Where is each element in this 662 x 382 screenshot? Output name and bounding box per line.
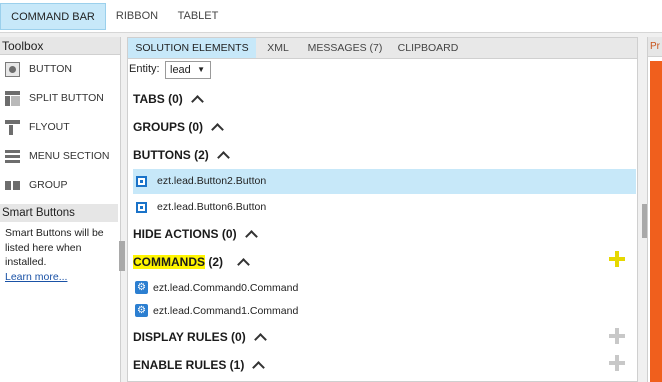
solution-elements-panel: SOLUTION ELEMENTS XML MESSAGES (7) CLIPB… [127,37,649,382]
toolbox-item-group[interactable]: GROUP [0,171,120,200]
section-tabs[interactable]: TABS (0) [133,90,204,108]
properties-panel: Pr [647,37,662,382]
entity-row: Entity: lead ▼ [128,60,211,79]
subtab-bar: SOLUTION ELEMENTS XML MESSAGES (7) CLIPB… [128,38,637,59]
chevron-up-icon[interactable] [211,123,224,136]
section-title: HIDE ACTIONS (0) [133,227,237,241]
toolbox-item-label: SPLIT BUTTON [29,92,104,104]
section-title: BUTTONS (2) [133,148,209,162]
menu-section-icon [5,150,20,163]
command-name: ezt.lead.Command1.Command [153,305,299,317]
button-name: ezt.lead.Button6.Button [157,201,267,213]
section-groups[interactable]: GROUPS (0) [133,118,224,136]
section-title: DISPLAY RULES (0) [133,330,246,344]
command-name: ezt.lead.Command0.Command [153,282,299,294]
gear-icon: ⚙ [135,304,148,317]
tab-ribbon[interactable]: RIBBON [108,3,166,30]
smart-buttons-text: Smart Buttons will be listed here when i… [5,227,104,268]
toolbox-item-label: MENU SECTION [29,150,110,162]
toolbox-title: Toolbox [0,37,120,55]
toolbox-item-button[interactable]: BUTTON [0,55,120,84]
list-item[interactable]: ⚙ ezt.lead.Command1.Command [133,299,636,324]
toolbox-item-label: GROUP [29,179,68,191]
add-enable-rule-icon[interactable] [609,355,625,371]
section-title: GROUPS (0) [133,120,204,134]
entity-value: lead [170,64,191,76]
list-item[interactable]: ⚙ ezt.lead.Command0.Command [133,276,636,301]
list-item[interactable]: ezt.lead.Button2.Button [133,169,636,194]
section-commands[interactable]: COMMANDS (2) [133,253,250,271]
entity-select[interactable]: lead ▼ [165,61,211,79]
button-element-icon [136,176,147,187]
gear-icon: ⚙ [135,281,148,294]
section-buttons[interactable]: BUTTONS (2) [133,146,230,164]
toolbox-panel: Toolbox BUTTON SPLIT BUTTON FLYOUT MENU … [0,37,125,382]
flyout-icon [5,120,20,135]
chevron-up-icon[interactable] [216,151,230,164]
tab-tablet[interactable]: TABLET [168,3,228,30]
toolbox-item-menu-section[interactable]: MENU SECTION [0,142,120,171]
button-element-icon [136,202,147,213]
chevron-up-icon[interactable] [252,361,266,374]
properties-content [650,61,662,382]
button-name: ezt.lead.Button2.Button [157,175,267,187]
smart-buttons-title: Smart Buttons [0,204,118,222]
tab-clipboard[interactable]: CLIPBOARD [392,38,464,58]
split-button-icon [5,91,20,106]
learn-more-link[interactable]: Learn more... [5,271,67,283]
toolbox-item-label: BUTTON [29,63,72,75]
chevron-up-icon[interactable] [244,230,258,243]
tab-solution-elements[interactable]: SOLUTION ELEMENTS [128,38,256,58]
list-item[interactable]: ezt.lead.Button6.Button [133,195,636,220]
add-command-icon[interactable] [609,251,625,267]
tab-command-bar[interactable]: COMMAND BAR [0,3,106,30]
section-enable-rules[interactable]: ENABLE RULES (1) [133,356,266,374]
toolbox-item-flyout[interactable]: FLYOUT [0,113,120,142]
chevron-up-icon[interactable] [237,258,250,271]
section-display-rules[interactable]: DISPLAY RULES (0) [133,328,267,346]
section-hide-actions[interactable]: HIDE ACTIONS (0) [133,225,258,243]
chevron-up-icon[interactable] [190,95,204,108]
chevron-up-icon[interactable] [253,333,267,346]
properties-title: Pr [648,37,662,57]
tab-xml[interactable]: XML [258,38,298,58]
toolbox-item-label: FLYOUT [29,121,70,133]
group-icon [5,181,20,190]
entity-label: Entity: [129,63,160,75]
tab-messages[interactable]: MESSAGES (7) [300,38,390,58]
toolbox-scrollbar-thumb[interactable] [119,241,125,271]
toolbox-item-split-button[interactable]: SPLIT BUTTON [0,84,120,113]
top-tab-bar: COMMAND BAR RIBBON TABLET [0,0,662,33]
section-title: TABS (0) [133,92,183,106]
section-title-highlighted: COMMANDS [133,255,205,269]
button-icon [5,62,20,77]
add-display-rule-icon[interactable] [609,328,625,344]
section-count: (2) [205,255,223,269]
section-title: ENABLE RULES (1) [133,358,245,372]
dropdown-arrow-icon: ▼ [197,65,205,74]
